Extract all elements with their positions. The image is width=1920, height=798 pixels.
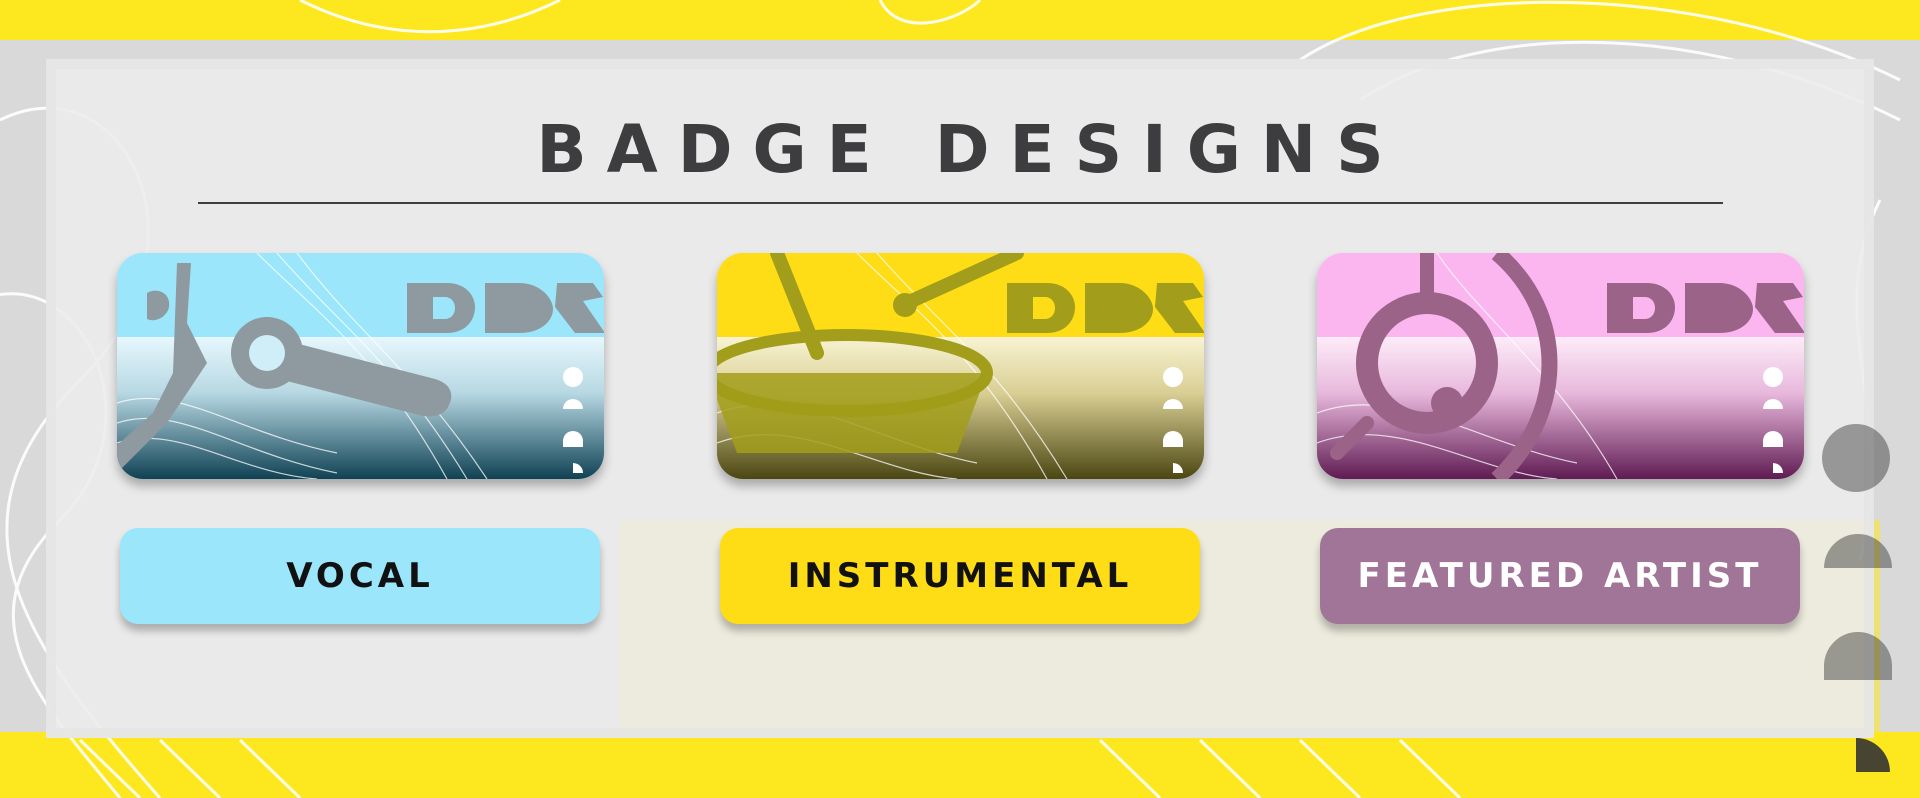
title-divider bbox=[198, 202, 1723, 204]
badge-vocal[interactable] bbox=[117, 253, 604, 479]
page-title: BADGE DESIGNS bbox=[536, 111, 1404, 188]
badge-vocal-art bbox=[117, 253, 604, 479]
featured-artist-button[interactable]: FEATURED ARTIST bbox=[1320, 528, 1800, 624]
badge-featured-artist[interactable] bbox=[1317, 253, 1804, 479]
badge-instrumental[interactable] bbox=[717, 253, 1204, 479]
side-dots-icon bbox=[1822, 424, 1892, 772]
badge-featured-art bbox=[1317, 253, 1804, 479]
instrumental-button[interactable]: INSTRUMENTAL bbox=[720, 528, 1200, 624]
vocal-button[interactable]: VOCAL bbox=[120, 528, 600, 624]
badge-instrumental-art bbox=[717, 253, 1204, 479]
